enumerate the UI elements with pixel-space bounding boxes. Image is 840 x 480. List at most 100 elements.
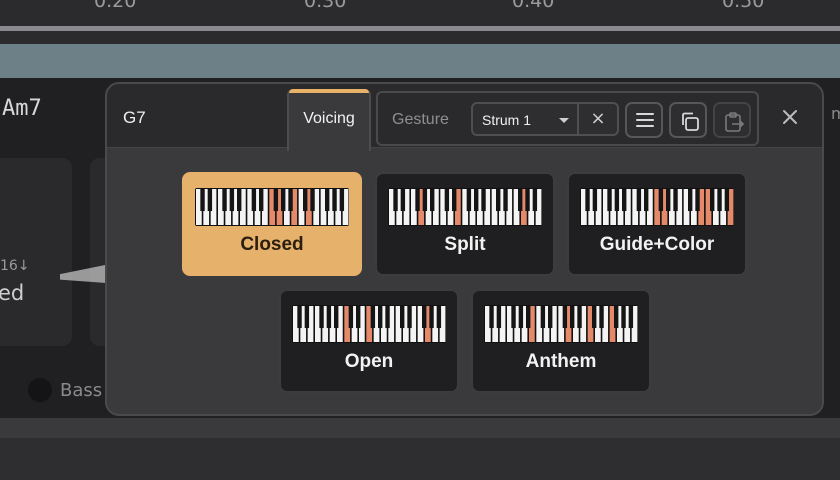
piano-black-key [585, 189, 590, 212]
voicing-label: Guide+Color [599, 234, 715, 255]
piano-black-key [334, 306, 339, 329]
chord-title: G7 [123, 108, 146, 127]
piano-black-key [496, 306, 502, 329]
copy-button[interactable] [669, 102, 707, 138]
piano-black-key [688, 189, 693, 212]
menu-icon [636, 113, 654, 127]
piano-black-key [518, 306, 524, 329]
voicing-label: Anthem [525, 351, 597, 372]
piano-black-key [319, 306, 324, 329]
piano-black-key [370, 306, 376, 329]
chevron-down-icon [559, 118, 569, 123]
paste-button[interactable] [713, 102, 751, 138]
copy-icon [682, 112, 699, 131]
voicing-label: Split [444, 234, 486, 255]
piano-black-key [237, 189, 242, 212]
voicing-option-open[interactable]: Open [279, 289, 459, 393]
strum-select-value: Strum 1 [482, 112, 532, 128]
piano-black-key [570, 306, 575, 329]
piano-black-key [207, 189, 213, 212]
piano-black-key [229, 189, 235, 212]
piano-black-key [489, 306, 494, 329]
piano-black-key [430, 189, 435, 212]
piano-keyboard-icon [388, 188, 542, 226]
voicing-option-split[interactable]: Split [375, 172, 555, 276]
piano-black-key [422, 306, 427, 329]
piano-black-key [717, 189, 722, 212]
piano-black-key [710, 189, 715, 212]
piano-black-key [339, 189, 345, 212]
piano-black-key [288, 189, 293, 212]
bass-label: Bass [60, 380, 103, 401]
piano-black-key [666, 189, 671, 212]
piano-black-key [407, 306, 412, 329]
piano-black-key [599, 306, 604, 329]
close-icon [783, 110, 797, 124]
piano-black-key [622, 189, 627, 212]
strum-select[interactable]: Strum 1 [471, 102, 579, 136]
menu-button[interactable] [625, 102, 663, 138]
piano-black-key [526, 306, 531, 329]
tab-voicing-label: Voicing [303, 110, 355, 127]
piano-black-key [332, 189, 337, 212]
piano-black-key [356, 306, 361, 329]
piano-black-key [251, 189, 257, 212]
chord-card[interactable] [0, 158, 72, 346]
voicing-option-guide-color[interactable]: Guide+Color [567, 172, 747, 276]
piano-black-key [281, 189, 286, 212]
piano-black-key [222, 189, 227, 212]
piano-keyboard-icon [484, 305, 638, 343]
bottom-area [0, 438, 840, 480]
piano-black-key [348, 306, 354, 329]
piano-black-key [200, 189, 205, 212]
tab-gesture[interactable]: Gesture [392, 111, 449, 129]
bass-toggle[interactable] [28, 378, 52, 402]
piano-black-key [429, 306, 434, 329]
piano-black-key [385, 306, 390, 329]
piano-black-key [562, 306, 568, 329]
popup-header: G7 Voicing Gesture Strum 1 × [107, 84, 822, 151]
piano-black-key [540, 306, 546, 329]
piano-black-key [259, 189, 264, 212]
piano-black-key [621, 306, 626, 329]
chord-label[interactable]: Am7 [2, 96, 42, 121]
piano-black-key [400, 306, 405, 329]
voicing-label: Closed [240, 234, 304, 255]
piano-black-key [644, 189, 649, 212]
timeline-tick: 0.30 [304, 0, 347, 12]
piano-black-key [436, 306, 442, 329]
chord-card-number: 16↓ [0, 258, 30, 274]
piano-black-key [310, 189, 315, 212]
piano-black-key [481, 189, 486, 212]
paste-icon [725, 112, 745, 132]
piano-black-key [548, 306, 553, 329]
piano-black-key [577, 306, 582, 329]
piano-black-key [393, 189, 398, 212]
timeline-tick: 0.20 [94, 0, 137, 12]
timeline-tick: 0.50 [722, 0, 765, 12]
piano-black-key [415, 189, 420, 212]
track-strip[interactable] [0, 44, 840, 78]
tab-voicing[interactable]: Voicing [287, 89, 371, 151]
piano-black-key [658, 189, 664, 212]
timeline-line [0, 26, 840, 31]
strum-clear-button[interactable]: × [579, 102, 619, 136]
close-popup-button[interactable] [779, 106, 801, 128]
bottom-bar [0, 418, 840, 438]
piano-black-key [325, 189, 330, 212]
voicing-option-closed[interactable]: Closed [182, 172, 362, 276]
piano-black-key [496, 189, 501, 212]
gesture-group: Gesture Strum 1 × [376, 91, 759, 146]
piano-black-key [400, 189, 406, 212]
voicing-option-anthem[interactable]: Anthem [471, 289, 651, 393]
piano-black-key [297, 306, 302, 329]
piano-black-key [452, 189, 457, 212]
piano-black-key [614, 306, 619, 329]
piano-black-key [695, 189, 700, 212]
piano-black-key [628, 306, 634, 329]
voicing-label: Open [344, 351, 394, 372]
piano-black-key [673, 189, 678, 212]
voicing-popup: G7 Voicing Gesture Strum 1 × Closed Spli… [105, 82, 824, 416]
piano-black-key [607, 189, 612, 212]
piano-black-key [422, 189, 428, 212]
